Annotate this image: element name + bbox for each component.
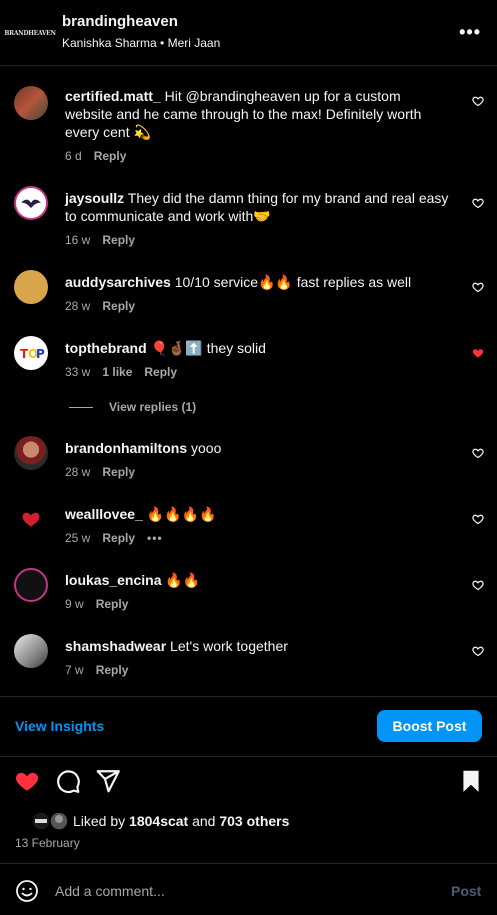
likes-summary[interactable]: Liked by 1804scat and 703 others [73, 813, 289, 829]
post-header: BRANDHEAVEN brandingheaven Kanishka Shar… [0, 0, 497, 66]
comment-body: 🔥🔥 [161, 572, 201, 588]
view-insights-link[interactable]: View Insights [15, 718, 104, 734]
comment-text: topthebrand 🎈🤞🏾⬆️ they solid [65, 339, 450, 357]
avatar[interactable] [14, 86, 48, 120]
comment-username[interactable]: wealllovee_ [65, 506, 143, 522]
heart-icon[interactable] [472, 447, 484, 459]
reply-button[interactable]: Reply [102, 299, 135, 313]
comment-text: auddysarchives 10/10 service🔥🔥 fast repl… [65, 273, 450, 291]
post-username[interactable]: brandingheaven [62, 13, 178, 30]
avatar[interactable]: TOP [14, 336, 48, 370]
view-replies-label: View replies (1) [109, 400, 197, 414]
comment-input[interactable]: Add a comment... [55, 883, 165, 899]
comment-text: wealllovee_ 🔥🔥🔥🔥 [65, 505, 450, 523]
share-icon[interactable] [95, 768, 121, 794]
divider [0, 756, 497, 757]
post-date: 13 February [15, 836, 80, 850]
top-logo-icon: T OP [20, 347, 45, 361]
comment-body: 10/10 service🔥🔥 fast replies as well [170, 274, 412, 290]
avatar[interactable]: BRANDHEAVEN [4, 17, 56, 49]
avatar[interactable] [14, 270, 48, 304]
likes-prefix: Liked by [73, 813, 130, 829]
liker-username[interactable]: 1804scat [129, 813, 188, 829]
likes-others[interactable]: 703 others [219, 813, 289, 829]
reply-button[interactable]: Reply [96, 597, 129, 611]
avatar[interactable] [14, 186, 48, 220]
avatar[interactable] [14, 502, 48, 536]
comment-text: loukas_encina 🔥🔥 [65, 571, 450, 589]
comment-username[interactable]: brandonhamiltons [65, 440, 187, 456]
comment-text: shamshadwear Let's work together [65, 637, 450, 655]
comment-text: jaysoullz They did the damn thing for my… [65, 189, 450, 225]
heart-icon[interactable] [472, 197, 484, 209]
reply-button[interactable]: Reply [96, 663, 129, 677]
comment-age: 28 w [65, 465, 91, 479]
comment-meta: 7 w Reply [65, 663, 140, 677]
comment-username[interactable]: certified.matt_ [65, 88, 161, 104]
logo-text: BRANDHEAVEN [4, 29, 56, 37]
comment-age: 28 w [65, 299, 91, 313]
view-replies-button[interactable]: View replies (1) [69, 400, 196, 414]
comment-body: Let's work together [166, 638, 288, 654]
svg-text:P: P [36, 347, 45, 361]
reply-button[interactable]: Reply [102, 531, 135, 545]
heart-icon[interactable] [472, 95, 484, 107]
avatar[interactable] [14, 568, 48, 602]
comment-body: 🔥🔥🔥🔥 [142, 506, 217, 522]
comment-body: 🎈🤞🏾⬆️ they solid [146, 340, 266, 356]
likes-count[interactable]: 1 like [102, 365, 132, 379]
post-button[interactable]: Post [451, 883, 481, 899]
comment-meta: 6 d Reply [65, 149, 138, 163]
reply-button[interactable]: Reply [102, 233, 135, 247]
divider [0, 863, 497, 864]
more-options-icon[interactable]: ••• [459, 22, 481, 43]
more-options-icon[interactable]: ••• [147, 531, 163, 545]
comment-text: certified.matt_ Hit @brandingheaven up f… [65, 87, 450, 141]
comment-username[interactable]: shamshadwear [65, 638, 166, 654]
liker-avatars[interactable] [15, 811, 71, 831]
comment-username[interactable]: auddysarchives [65, 274, 171, 290]
comment-meta: 28 w Reply [65, 299, 147, 313]
comment-meta: 25 w Reply ••• [65, 531, 175, 545]
comment-text: brandonhamiltons yooo [65, 439, 450, 457]
comment-age: 33 w [65, 365, 91, 379]
heart-filled-icon[interactable] [472, 347, 484, 359]
heart-filled-icon[interactable] [14, 768, 40, 794]
heart-icon[interactable] [472, 513, 484, 525]
comment-icon[interactable] [55, 768, 81, 794]
comment-age: 7 w [65, 663, 84, 677]
likes-middle: and [188, 813, 220, 829]
divider [69, 407, 93, 409]
emoji-icon[interactable] [15, 879, 39, 903]
post-subtitle[interactable]: Kanishka Sharma • Meri Jaan [62, 36, 220, 50]
heart-icon[interactable] [472, 579, 484, 591]
dove-icon [21, 199, 41, 208]
avatar[interactable] [14, 436, 48, 470]
comment-body: yooo [187, 440, 222, 456]
reply-button[interactable]: Reply [144, 365, 177, 379]
heart-logo-icon [22, 512, 40, 527]
comment-meta: 16 w Reply [65, 233, 147, 247]
heart-icon[interactable] [472, 281, 484, 293]
comment-age: 6 d [65, 149, 82, 163]
reply-button[interactable]: Reply [102, 465, 135, 479]
comment-age: 16 w [65, 233, 91, 247]
comment-meta: 28 w Reply [65, 465, 147, 479]
boost-post-button[interactable]: Boost Post [377, 710, 482, 742]
heart-icon[interactable] [472, 645, 484, 657]
comment-username[interactable]: jaysoullz [65, 190, 124, 206]
reply-button[interactable]: Reply [94, 149, 127, 163]
comment-username[interactable]: topthebrand [65, 340, 147, 356]
comment-meta: 33 w 1 like Reply [65, 365, 189, 379]
comment-username[interactable]: loukas_encina [65, 572, 162, 588]
comment-meta: 9 w Reply [65, 597, 140, 611]
bookmark-filled-icon[interactable] [458, 768, 484, 794]
divider [0, 696, 497, 697]
comment-age: 25 w [65, 531, 91, 545]
avatar[interactable] [14, 634, 48, 668]
comment-age: 9 w [65, 597, 84, 611]
